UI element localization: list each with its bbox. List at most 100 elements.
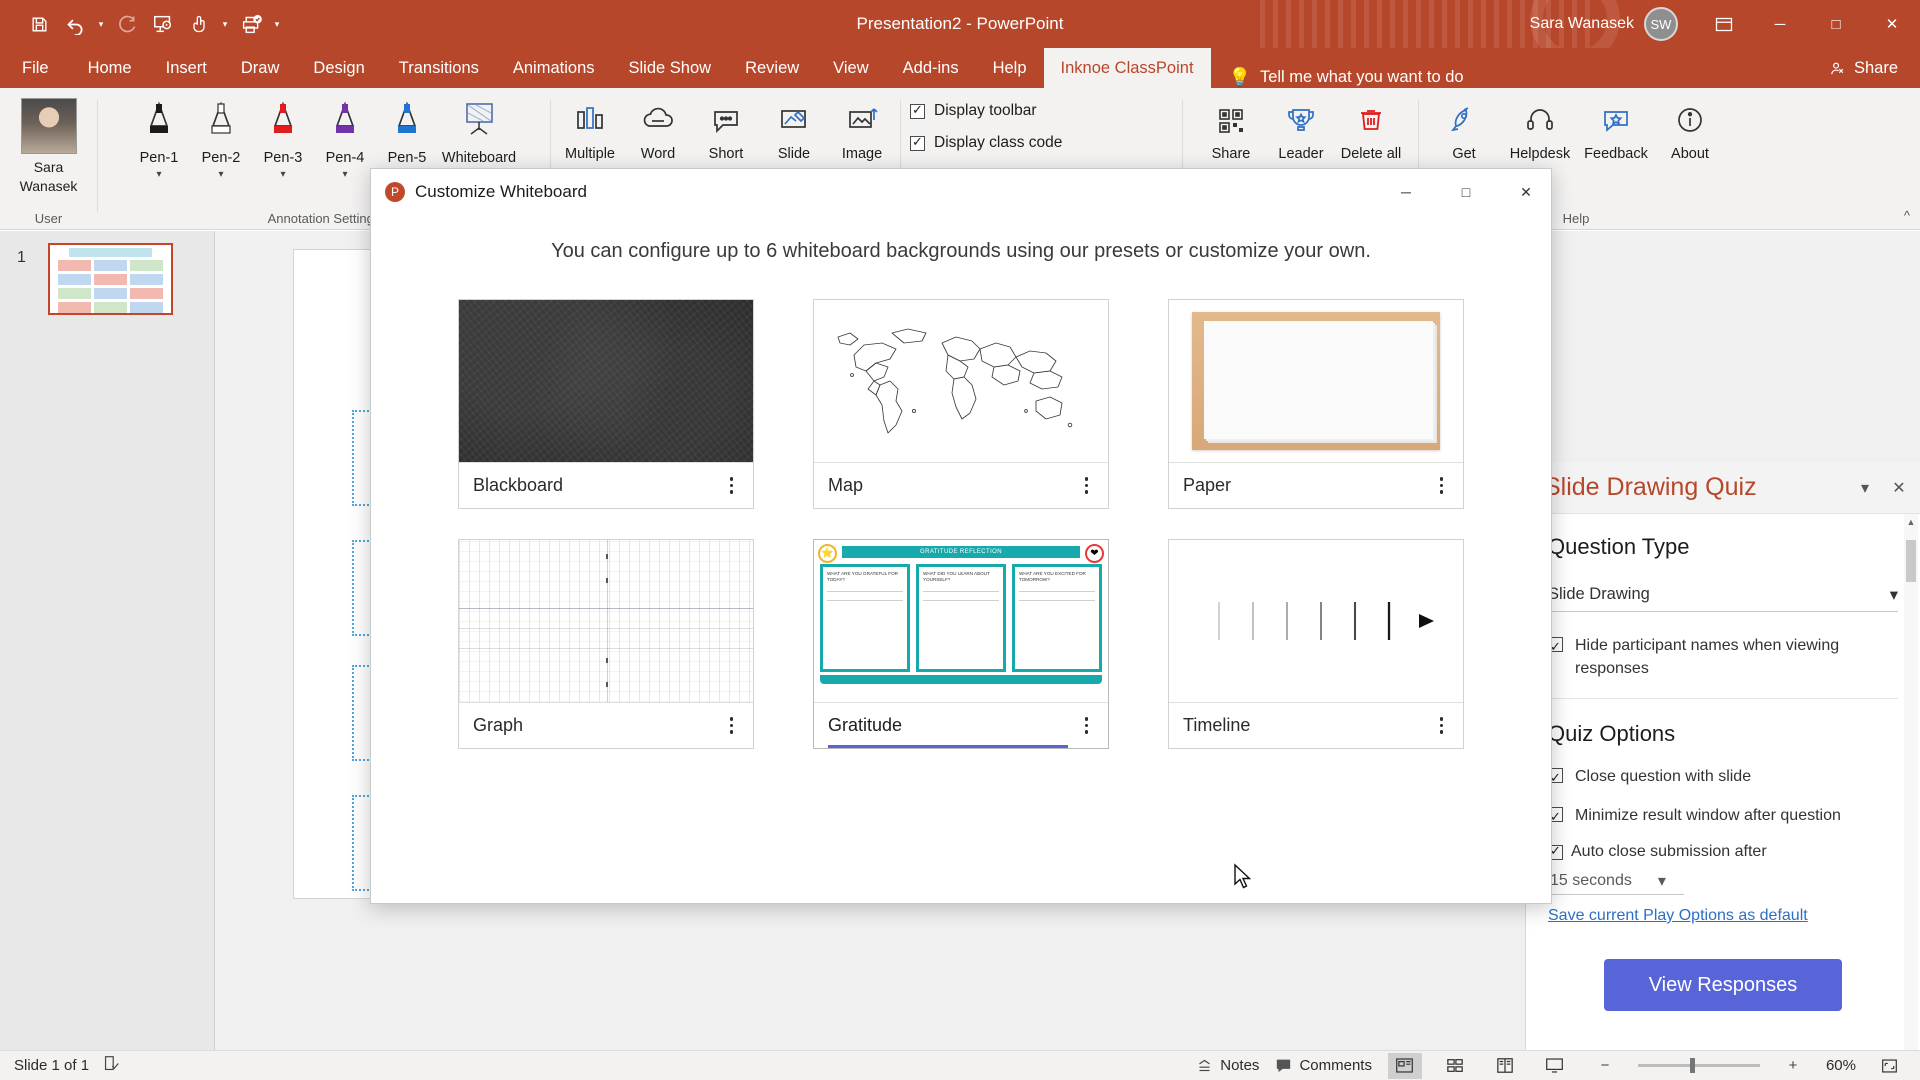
dialog-close-button[interactable]: ✕ <box>1501 169 1551 215</box>
tab-view[interactable]: View <box>816 48 885 88</box>
panel-scrollbar[interactable]: ▲ ▼ <box>1904 514 1918 1080</box>
view-slide-sorter-button[interactable] <box>1438 1053 1472 1079</box>
word-cloud-button[interactable]: Word <box>624 100 692 162</box>
more-options-icon[interactable] <box>1079 473 1095 498</box>
maximize-button[interactable]: □ <box>1808 0 1864 48</box>
save-default-link[interactable]: Save current Play Options as default <box>1548 907 1808 924</box>
notes-button[interactable]: Notes <box>1196 1057 1259 1074</box>
pen-1-dropdown-icon[interactable]: ▾ <box>156 169 161 180</box>
get-started-button[interactable]: Get <box>1426 100 1502 162</box>
save-icon[interactable] <box>22 7 56 41</box>
collapse-ribbon-icon[interactable]: ^ <box>1904 208 1910 223</box>
slide-thumbnail-1[interactable] <box>48 243 173 315</box>
tab-insert[interactable]: Insert <box>149 48 224 88</box>
pen-2-dropdown-icon[interactable]: ▾ <box>218 169 223 180</box>
tab-animations[interactable]: Animations <box>496 48 612 88</box>
more-options-icon[interactable] <box>724 473 740 498</box>
share-button[interactable]: Share <box>1829 48 1898 88</box>
tab-review[interactable]: Review <box>728 48 816 88</box>
zoom-out-button[interactable]: − <box>1588 1053 1622 1079</box>
slide-drawing-button[interactable]: Slide <box>760 100 828 162</box>
pen-4-button[interactable]: Pen-4 ▾ <box>314 100 376 180</box>
preset-card-paper[interactable]: Paper <box>1168 299 1464 509</box>
redo-icon[interactable] <box>110 7 144 41</box>
display-class-code-checkbox[interactable]: Display class code <box>910 134 1062 152</box>
scroll-up-icon[interactable]: ▲ <box>1906 517 1916 531</box>
image-upload-button[interactable]: Image <box>828 100 896 162</box>
pen-4-dropdown-icon[interactable]: ▾ <box>342 169 347 180</box>
display-toolbar-checkbox[interactable]: Display toolbar <box>910 102 1037 120</box>
comments-button[interactable]: Comments <box>1275 1057 1372 1074</box>
undo-icon[interactable] <box>58 7 92 41</box>
pen-3-button[interactable]: Pen-3 ▾ <box>252 100 314 180</box>
zoom-slider-handle[interactable] <box>1689 1058 1695 1073</box>
tab-add-ins[interactable]: Add-ins <box>886 48 976 88</box>
ribbon-display-options-icon[interactable] <box>1696 0 1752 48</box>
touch-mode-dropdown-icon[interactable]: ▾ <box>218 7 232 41</box>
pen-1-button[interactable]: Pen-1 ▾ <box>128 100 190 180</box>
helpdesk-button[interactable]: Helpdesk <box>1502 100 1578 162</box>
tab-transitions[interactable]: Transitions <box>382 48 496 88</box>
touch-mode-icon[interactable] <box>182 7 216 41</box>
avatar[interactable]: SW <box>1644 7 1678 41</box>
preset-label-timeline: Timeline <box>1183 715 1251 735</box>
dialog-minimize-button[interactable]: ─ <box>1381 169 1431 215</box>
more-options-icon[interactable] <box>1434 473 1450 498</box>
dialog-maximize-button[interactable]: □ <box>1441 169 1491 215</box>
view-slide-show-button[interactable] <box>1538 1053 1572 1079</box>
scrollbar-thumb[interactable] <box>1906 540 1916 582</box>
share-class-button[interactable]: Share <box>1196 100 1266 162</box>
about-button[interactable]: About <box>1654 100 1726 162</box>
tab-inknoe-classpoint[interactable]: Inknoe ClassPoint <box>1043 48 1211 88</box>
accessibility-check-icon[interactable] <box>103 1055 120 1076</box>
preset-card-timeline[interactable]: Timeline <box>1168 539 1464 749</box>
delete-all-button[interactable]: Delete all <box>1336 100 1406 162</box>
chevron-down-icon[interactable]: ▾ <box>1852 475 1878 501</box>
tab-design[interactable]: Design <box>296 48 381 88</box>
auto-close-row[interactable]: Auto close submission after 15 seconds ▾ <box>1548 843 1898 895</box>
start-presentation-icon[interactable] <box>146 7 180 41</box>
more-options-icon[interactable] <box>724 713 740 738</box>
undo-dropdown-icon[interactable]: ▾ <box>94 7 108 41</box>
minimize-button[interactable]: ─ <box>1752 0 1808 48</box>
zoom-in-button[interactable]: + <box>1776 1053 1810 1079</box>
short-answer-button[interactable]: Short <box>692 100 760 162</box>
customize-qat-icon[interactable]: ▾ <box>270 7 284 41</box>
tab-home[interactable]: Home <box>71 48 149 88</box>
preset-card-graph[interactable]: Graph <box>458 539 754 749</box>
preset-card-blackboard[interactable]: Blackboard <box>458 299 754 509</box>
auto-close-duration-select[interactable]: 15 seconds ▾ <box>1548 869 1684 895</box>
multiple-choice-button[interactable]: Multiple <box>556 100 624 162</box>
print-preview-icon[interactable] <box>234 7 268 41</box>
thumb-cell <box>94 260 127 271</box>
tab-file[interactable]: File <box>0 48 71 88</box>
tell-me-search[interactable]: 💡 Tell me what you want to do <box>1229 67 1464 88</box>
preset-card-gratitude[interactable]: ⭐ ❤ GRATITUDE REFLECTION WHAT ARE YOU GR… <box>813 539 1109 749</box>
leaderboard-button[interactable]: Leader <box>1266 100 1336 162</box>
tab-help[interactable]: Help <box>976 48 1044 88</box>
trophy-icon <box>1281 100 1321 140</box>
question-type-select[interactable]: Slide Drawing ▾ <box>1548 578 1898 612</box>
preset-card-map[interactable]: Map <box>813 299 1109 509</box>
whiteboard-icon <box>458 100 500 144</box>
close-icon[interactable]: ✕ <box>1886 475 1912 501</box>
pen-2-button[interactable]: Pen-2 ▾ <box>190 100 252 180</box>
fit-slide-button[interactable] <box>1872 1053 1906 1079</box>
feedback-button[interactable]: Feedback <box>1578 100 1654 162</box>
close-button[interactable]: ✕ <box>1864 0 1920 48</box>
pen-3-dropdown-icon[interactable]: ▾ <box>280 169 285 180</box>
view-reading-button[interactable] <box>1488 1053 1522 1079</box>
close-question-checkbox[interactable]: Close question with slide <box>1548 765 1898 789</box>
preset-card-bar: Gratitude <box>814 702 1108 748</box>
tab-draw[interactable]: Draw <box>224 48 297 88</box>
preset-card-bar: Timeline <box>1169 702 1463 748</box>
view-responses-button[interactable]: View Responses <box>1604 959 1842 1011</box>
minimize-result-checkbox[interactable]: Minimize result window after question <box>1548 804 1898 828</box>
tab-slide-show[interactable]: Slide Show <box>612 48 729 88</box>
hide-names-checkbox[interactable]: Hide participant names when viewing resp… <box>1548 634 1898 680</box>
more-options-icon[interactable] <box>1079 713 1095 738</box>
more-options-icon[interactable] <box>1434 713 1450 738</box>
zoom-level-label[interactable]: 60% <box>1826 1057 1856 1074</box>
zoom-slider[interactable] <box>1637 1058 1760 1073</box>
view-normal-button[interactable] <box>1387 1052 1422 1079</box>
